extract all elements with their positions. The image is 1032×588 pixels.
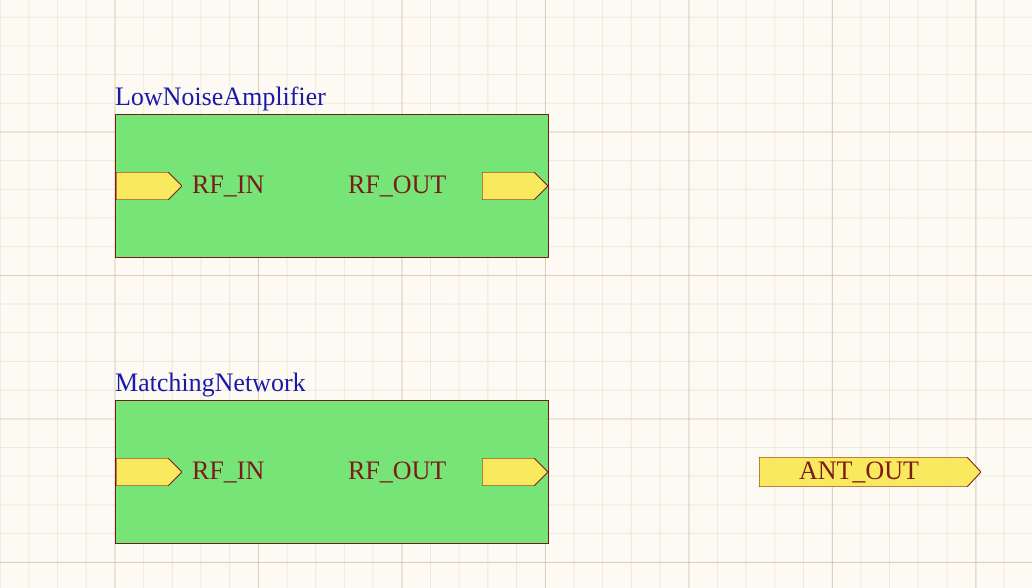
block-title-matching: MatchingNetwork (115, 368, 306, 398)
block-matching[interactable]: RF_IN RF_OUT (115, 400, 549, 544)
wavy-decoration (116, 403, 548, 409)
block-title-lna: LowNoiseAmplifier (115, 82, 326, 112)
port-in-label: RF_IN (192, 456, 264, 486)
port-out-arrow[interactable] (482, 172, 548, 200)
port-row: RF_IN RF_OUT (116, 458, 548, 486)
port-in-label: RF_IN (192, 170, 264, 200)
port-row: RF_IN RF_OUT (116, 172, 548, 200)
port-in-arrow[interactable] (116, 458, 182, 486)
schematic-canvas[interactable]: LowNoiseAmplifier RF_IN RF_OUT MatchingN… (0, 0, 1032, 588)
port-ant-out-label: ANT_OUT (799, 456, 919, 486)
wavy-decoration (116, 117, 548, 123)
block-lna[interactable]: RF_IN RF_OUT (115, 114, 549, 258)
port-ant-out[interactable]: ANT_OUT (759, 457, 981, 487)
port-in-arrow[interactable] (116, 172, 182, 200)
port-out-label: RF_OUT (348, 170, 446, 200)
port-out-label: RF_OUT (348, 456, 446, 486)
port-out-arrow[interactable] (482, 458, 548, 486)
